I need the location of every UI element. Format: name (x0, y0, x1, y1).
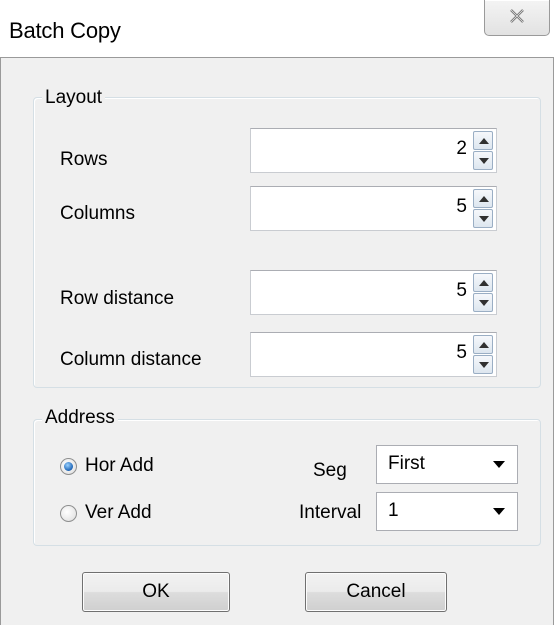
arrow-up-icon (479, 196, 489, 202)
arrow-down-icon (479, 216, 489, 222)
columns-increment-button[interactable] (473, 189, 493, 208)
rows-spinner[interactable]: 2 (250, 128, 497, 173)
close-button[interactable] (484, 0, 550, 36)
layout-group-legend: Layout (42, 87, 106, 109)
row-distance-value[interactable]: 5 (456, 280, 467, 302)
seg-value: First (388, 453, 425, 474)
interval-value: 1 (388, 500, 399, 521)
window-title: Batch Copy (9, 18, 121, 43)
seg-dropdown[interactable]: First (376, 445, 518, 484)
seg-label: Seg (313, 460, 347, 481)
arrow-down-icon (479, 362, 489, 368)
chevron-down-icon (493, 508, 505, 515)
column-distance-value[interactable]: 5 (456, 342, 467, 364)
column-distance-label: Column distance (60, 349, 202, 370)
columns-spinner[interactable]: 5 (250, 186, 497, 231)
column-distance-spinner[interactable]: 5 (250, 332, 497, 377)
arrow-down-icon (479, 300, 489, 306)
arrow-down-icon (479, 158, 489, 164)
hor-add-radio[interactable] (60, 458, 77, 475)
rows-decrement-button[interactable] (473, 151, 493, 170)
row-distance-label: Row distance (60, 288, 175, 309)
row-distance-increment-button[interactable] (473, 273, 493, 292)
arrow-up-icon (479, 342, 489, 348)
rows-value[interactable]: 2 (456, 138, 467, 160)
ver-add-radio[interactable] (60, 505, 77, 522)
columns-value[interactable]: 5 (456, 196, 467, 218)
interval-dropdown[interactable]: 1 (376, 492, 518, 531)
columns-decrement-button[interactable] (473, 209, 493, 228)
column-distance-decrement-button[interactable] (473, 355, 493, 374)
close-icon (510, 9, 524, 23)
cancel-button[interactable]: Cancel (305, 572, 447, 612)
batch-copy-dialog: Batch Copy Layout Rows 2 Columns 5 Row d… (0, 0, 555, 625)
interval-label: Interval (299, 502, 362, 523)
chevron-down-icon (493, 461, 505, 468)
rows-increment-button[interactable] (473, 131, 493, 150)
rows-label: Rows (60, 149, 108, 170)
column-distance-increment-button[interactable] (473, 335, 493, 354)
row-distance-spinner[interactable]: 5 (250, 270, 497, 315)
arrow-up-icon (479, 138, 489, 144)
ok-button[interactable]: OK (82, 572, 230, 612)
columns-label: Columns (60, 203, 135, 224)
arrow-up-icon (479, 280, 489, 286)
row-distance-decrement-button[interactable] (473, 293, 493, 312)
address-group-legend: Address (42, 407, 118, 429)
hor-add-label[interactable]: Hor Add (85, 455, 154, 477)
ver-add-label[interactable]: Ver Add (85, 502, 152, 524)
